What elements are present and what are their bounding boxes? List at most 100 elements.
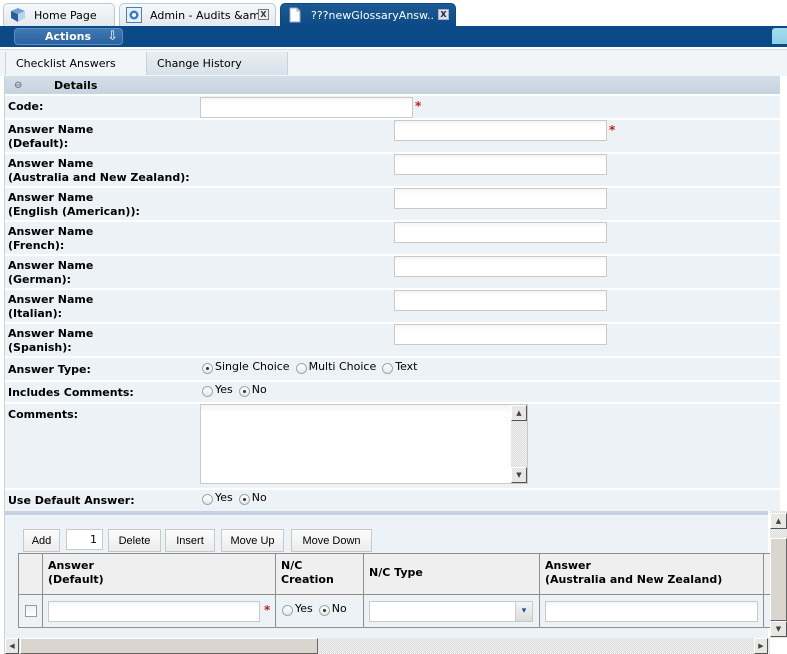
answer-name-french-row: Answer Name (French): (5, 220, 780, 254)
row-count-input[interactable]: 1 (66, 529, 103, 550)
field-label: Answer Name (Default): (8, 123, 94, 150)
grid-horizontal-scrollbar[interactable]: ◀ ▶ (5, 638, 770, 654)
scroll-up-icon[interactable]: ▲ (511, 405, 527, 421)
answer-type-single-choice[interactable]: Single Choice (202, 360, 290, 374)
use-default-answer-radio-group: Yes No (202, 491, 273, 505)
code-label: Code: (8, 100, 44, 113)
includes-comments-no[interactable]: No (238, 383, 267, 397)
answer-name-french-input[interactable] (394, 222, 607, 243)
answer-type-radio-group: Single Choice Multi Choice Text (202, 360, 423, 374)
gear-icon (126, 7, 142, 23)
table-row-select-cell (19, 595, 43, 627)
details-header[interactable]: ⊖ Details (5, 76, 780, 94)
answer-name-spanish-input[interactable] (394, 324, 607, 345)
answer-name-english-row: Answer Name (English (American)): (5, 186, 780, 220)
field-label: Answer Name (Italian): (8, 293, 94, 320)
column-header-select (19, 554, 43, 595)
answer-name-german-input[interactable] (394, 256, 607, 277)
nc-creation-yes[interactable]: Yes (282, 602, 313, 616)
row-checkbox[interactable] (25, 605, 37, 617)
tab-home-page[interactable]: Home Page (3, 3, 115, 26)
close-tab-icon[interactable]: X (258, 9, 269, 20)
grid-vertical-scrollbar[interactable]: ▲ ▼ (770, 511, 787, 638)
field-label: Answer Name (Australia and New Zealand): (8, 157, 190, 184)
radio-selected-icon[interactable] (202, 363, 213, 374)
add-button[interactable]: Add (23, 529, 60, 552)
comments-textarea[interactable]: ▲ ▼ (200, 404, 528, 484)
field-label: Answer Name (Spanish): (8, 327, 94, 354)
radio-selected-icon[interactable] (318, 605, 330, 616)
actions-menu-button[interactable]: Actions ⇩ (14, 28, 123, 45)
move-down-button[interactable]: Move Down (291, 529, 372, 552)
table-row-answer-anz-cell (540, 595, 764, 627)
scroll-up-icon[interactable]: ▲ (770, 513, 787, 529)
answer-type-multi-choice[interactable]: Multi Choice (295, 360, 376, 374)
answer-name-default-input[interactable] (394, 120, 607, 141)
radio-icon[interactable] (282, 605, 293, 616)
arrow-down-icon: ⇩ (107, 29, 118, 44)
insert-button[interactable]: Insert (165, 529, 215, 552)
scroll-down-icon[interactable]: ▼ (770, 621, 787, 637)
answer-default-input[interactable] (48, 601, 260, 622)
includes-comments-yes[interactable]: Yes (202, 383, 233, 397)
required-marker: * (415, 99, 422, 113)
column-header-nc-creation[interactable]: N/C Creation (276, 554, 364, 595)
tab-label: Admin - Audits &am.. (150, 8, 268, 22)
radio-selected-icon[interactable] (238, 386, 250, 397)
chevron-down-icon[interactable]: ▾ (515, 602, 532, 621)
radio-icon[interactable] (202, 386, 213, 397)
answer-type-text[interactable]: Text (382, 360, 417, 374)
use-default-answer-yes[interactable]: Yes (202, 491, 233, 505)
answer-name-italian-input[interactable] (394, 290, 607, 311)
radio-icon[interactable] (295, 363, 307, 374)
subtab-label: Change History (157, 57, 242, 70)
answer-anz-input[interactable] (545, 601, 758, 622)
column-header-answer-anz[interactable]: Answer (Australia and New Zealand) (540, 554, 764, 595)
table-row-answer-default-cell: * (43, 595, 276, 627)
panel-toggle-button[interactable] (772, 28, 787, 44)
comments-scrollbar[interactable]: ▲ ▼ (511, 405, 527, 483)
collapse-icon[interactable]: ⊖ (14, 80, 23, 90)
home-cube-icon (10, 7, 26, 23)
tab-admin-audits[interactable]: Admin - Audits &am.. X (119, 3, 276, 26)
field-label: Answer Name (German): (8, 259, 94, 286)
answer-name-english-input[interactable] (394, 188, 607, 209)
radio-icon[interactable] (382, 363, 394, 374)
horizontal-scroll-thumb[interactable] (20, 638, 318, 654)
column-header-nc-type[interactable]: N/C Type (364, 554, 540, 595)
vertical-scroll-thumb[interactable] (770, 538, 787, 621)
scroll-right-icon[interactable]: ▶ (754, 638, 768, 654)
close-tab-icon[interactable]: X (438, 9, 449, 20)
action-bar: Actions ⇩ (0, 26, 787, 47)
sub-tab-bar: Checklist Answers Change History (0, 49, 787, 76)
delete-button[interactable]: Delete (108, 529, 161, 552)
use-default-answer-no[interactable]: No (238, 491, 267, 505)
subtab-checklist-answers[interactable]: Checklist Answers (5, 52, 148, 75)
use-default-answer-row: Use Default Answer: Yes No (5, 488, 780, 511)
scroll-left-icon[interactable]: ◀ (5, 638, 19, 654)
details-panel: ⊖ Details Code: * Answer Name (Default): … (5, 76, 780, 511)
nc-type-select[interactable]: ▾ (369, 601, 533, 622)
subtab-change-history[interactable]: Change History (146, 52, 288, 75)
answer-type-label: Answer Type: (8, 363, 91, 376)
move-up-button[interactable]: Move Up (221, 529, 284, 552)
code-row: Code: * (5, 94, 780, 118)
table-row-nc-type-cell: ▾ (364, 595, 540, 627)
tab-new-glossary-answer[interactable]: ???newGlossaryAnsw.. X (280, 3, 456, 26)
actions-label: Actions (45, 29, 91, 43)
tab-bar: Home Page Admin - Audits &am.. X ???newG… (0, 0, 787, 26)
required-marker: * (609, 123, 616, 137)
code-input[interactable] (200, 97, 413, 118)
answer-type-row: Answer Type: Single Choice Multi Choice … (5, 356, 780, 380)
column-header-answer-default[interactable]: Answer (Default) (43, 554, 276, 595)
answer-name-anz-input[interactable] (394, 154, 607, 175)
nc-creation-no[interactable]: No (318, 602, 347, 616)
document-icon (287, 7, 303, 23)
radio-selected-icon[interactable] (238, 494, 250, 505)
radio-icon[interactable] (202, 494, 213, 505)
answer-name-anz-row: Answer Name (Australia and New Zealand): (5, 152, 780, 186)
scroll-down-icon[interactable]: ▼ (511, 467, 527, 483)
nc-creation-radio-group: Yes No (282, 602, 353, 616)
answers-grid-panel: Add 1 Delete Insert Move Up Move Down An… (5, 511, 773, 638)
includes-comments-label: Includes Comments: (8, 386, 134, 399)
